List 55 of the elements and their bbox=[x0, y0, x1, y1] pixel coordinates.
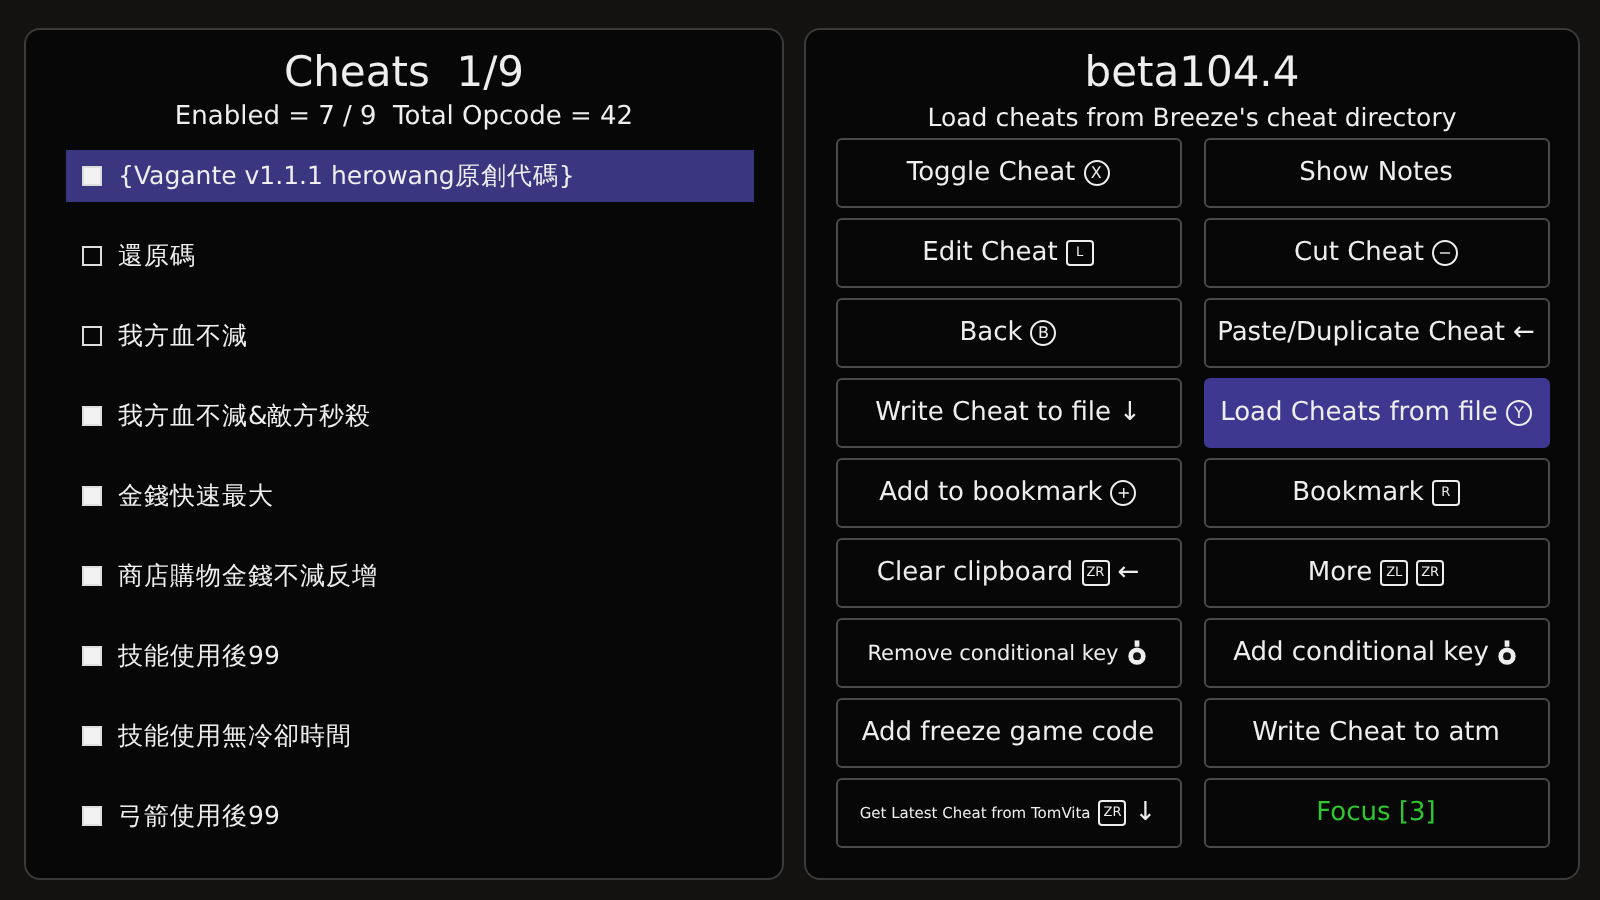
button-glyph-icon: − bbox=[1431, 240, 1458, 266]
menu-button[interactable]: Add conditional key bbox=[1203, 618, 1549, 688]
menu-button[interactable]: Paste/Duplicate Cheat ← bbox=[1203, 298, 1549, 368]
version-title: beta104.4 bbox=[1084, 46, 1300, 100]
cheat-item[interactable]: 我方血不減&敵方秒殺 bbox=[66, 390, 754, 442]
arrow-icon: ← bbox=[1513, 320, 1535, 346]
cheat-label: 商店購物金錢不減反增 bbox=[118, 559, 378, 593]
checkbox[interactable] bbox=[82, 726, 102, 746]
cheat-item[interactable]: {Vagante v1.1.1 herowang原創代碼} bbox=[66, 150, 754, 202]
menu-button[interactable]: Add freeze game code bbox=[835, 698, 1181, 768]
panel-title: Cheats 1/9 bbox=[283, 46, 525, 100]
cheat-item[interactable]: 金錢快速最大 bbox=[66, 470, 754, 522]
cheat-label: 我方血不減&敵方秒殺 bbox=[118, 399, 372, 433]
cheat-item[interactable]: 技能使用無冷卻時間 bbox=[66, 710, 754, 762]
menu-button[interactable]: Load Cheats from file Y bbox=[1203, 378, 1549, 448]
button-glyph-icon: B bbox=[1030, 320, 1057, 346]
joystick-icon bbox=[1496, 640, 1519, 666]
checkbox[interactable] bbox=[82, 166, 102, 186]
checkbox[interactable] bbox=[82, 406, 102, 426]
cheat-item[interactable]: 商店購物金錢不減反增 bbox=[66, 550, 754, 602]
menu-button[interactable]: Remove conditional key bbox=[835, 618, 1181, 688]
cheat-item[interactable]: 還原碼 bbox=[66, 230, 754, 282]
cheat-label: 還原碼 bbox=[118, 239, 196, 273]
menu-button[interactable]: Write Cheat to atm bbox=[1203, 698, 1549, 768]
menu-button[interactable]: Focus [3] bbox=[1203, 778, 1549, 848]
cheat-label: 技能使用後99 bbox=[118, 639, 280, 673]
cheat-item[interactable]: 我方血不減 bbox=[66, 310, 754, 362]
button-glyph-icon: + bbox=[1110, 480, 1137, 506]
cheat-label: {Vagante v1.1.1 herowang原創代碼} bbox=[118, 159, 575, 193]
checkbox[interactable] bbox=[82, 486, 102, 506]
checkbox[interactable] bbox=[82, 646, 102, 666]
arrow-icon: ↓ bbox=[1134, 800, 1157, 826]
joystick-icon bbox=[1126, 640, 1149, 666]
cheat-label: 弓箭使用後99 bbox=[118, 799, 280, 833]
menu-button[interactable]: Cut Cheat − bbox=[1203, 218, 1549, 288]
button-glyph-icon: Y bbox=[1505, 400, 1532, 426]
cheat-item[interactable]: 技能使用後99 bbox=[66, 630, 754, 682]
menu-button[interactable]: Toggle Cheat X bbox=[835, 138, 1181, 208]
checkbox[interactable] bbox=[82, 326, 102, 346]
checkbox[interactable] bbox=[82, 566, 102, 586]
cheat-item[interactable]: 弓箭使用後99 bbox=[66, 790, 754, 842]
menu-button[interactable]: Add to bookmark + bbox=[835, 458, 1181, 528]
menu-subtitle: Load cheats from Breeze's cheat directory bbox=[927, 102, 1457, 134]
menu-button[interactable]: Back B bbox=[835, 298, 1181, 368]
cheats-summary: Enabled = 7 / 9 Total Opcode = 42 bbox=[174, 102, 634, 134]
arrow-icon: ↓ bbox=[1119, 400, 1141, 426]
menu-button[interactable]: Show Notes bbox=[1203, 138, 1549, 208]
cheat-label: 金錢快速最大 bbox=[118, 479, 274, 513]
checkbox[interactable] bbox=[82, 246, 102, 266]
menu-button[interactable]: Write Cheat to file ↓ bbox=[835, 378, 1181, 448]
checkbox[interactable] bbox=[82, 806, 102, 826]
arrow-icon: ← bbox=[1117, 560, 1140, 586]
cheat-label: 我方血不減 bbox=[118, 319, 248, 353]
button-glyph-icon: X bbox=[1083, 160, 1110, 186]
cheat-label: 技能使用無冷卻時間 bbox=[118, 719, 352, 753]
